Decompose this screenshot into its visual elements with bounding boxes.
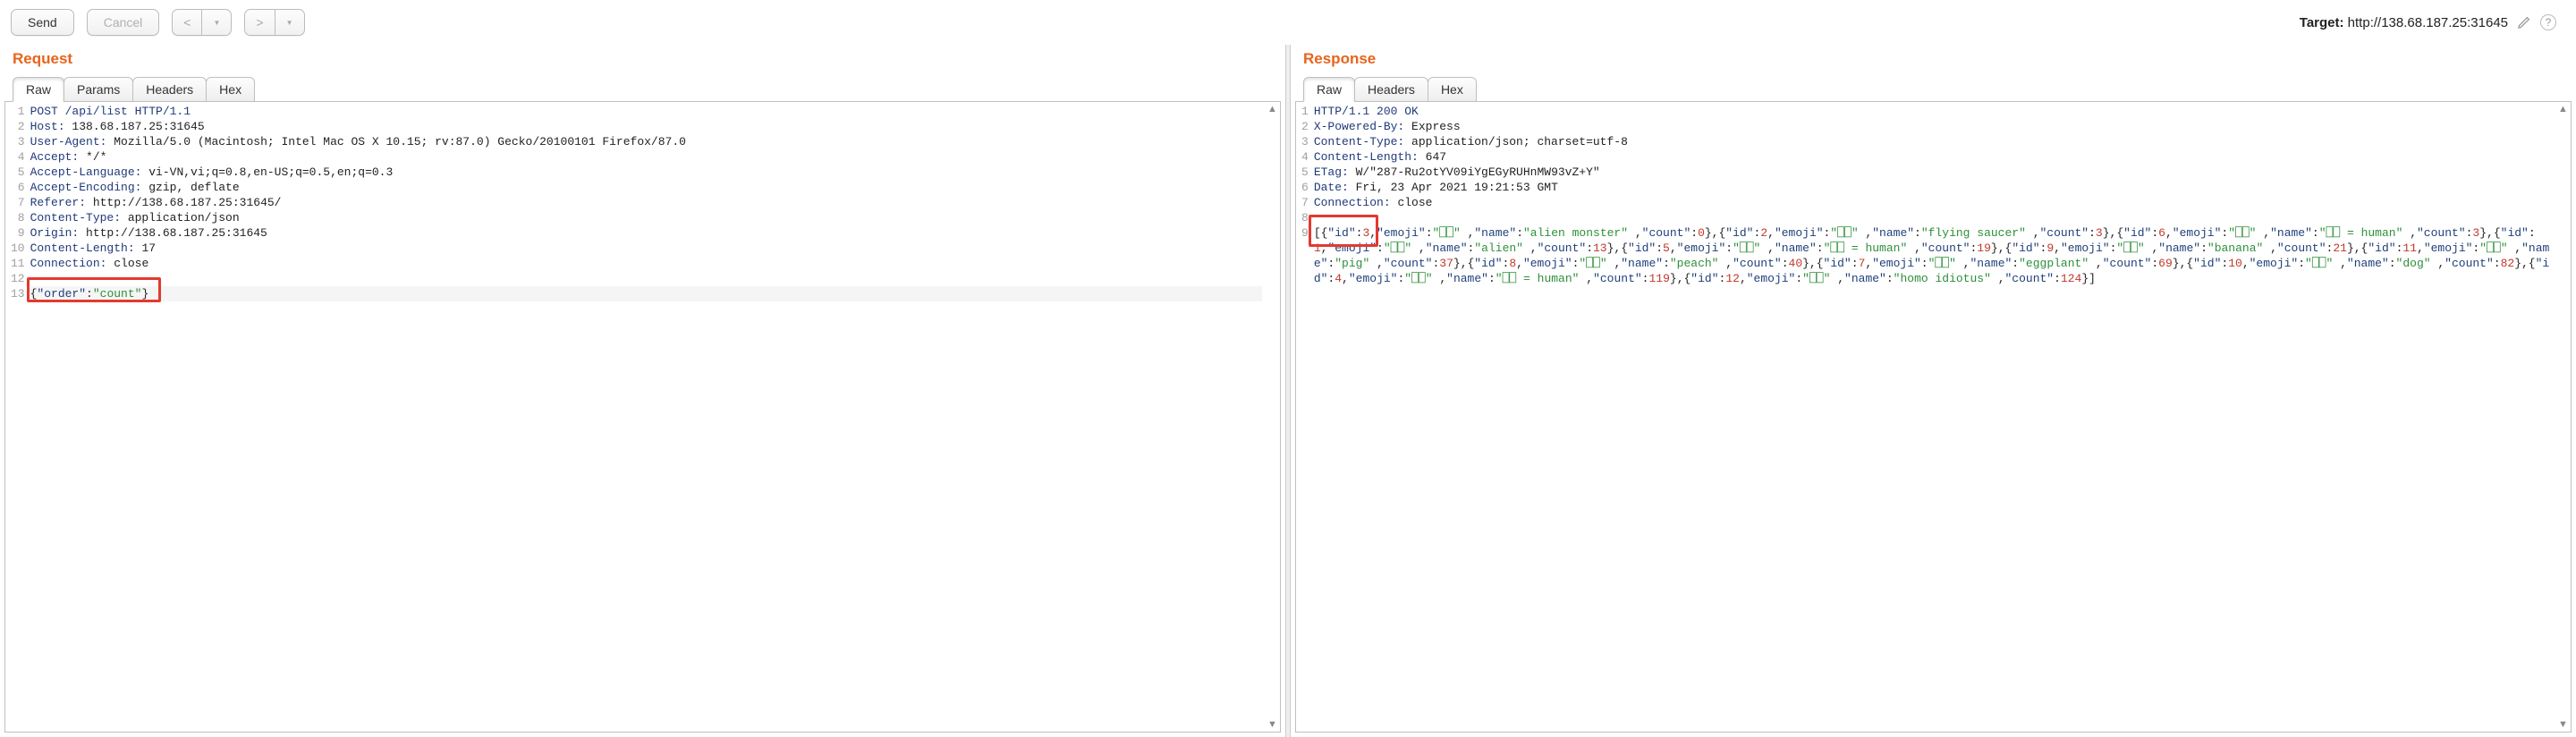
request-line[interactable]: Host: 138.68.187.25:31645 xyxy=(30,119,1262,134)
response-body[interactable]: [{"id":3,"emoji":"⎕⎕" ,"name":"alien mon… xyxy=(1314,225,2553,286)
response-code[interactable]: HTTP/1.1 200 OKX-Powered-By: ExpressCont… xyxy=(1314,104,2571,286)
response-tabbar: RawHeadersHex xyxy=(1291,77,2576,102)
response-line[interactable]: ETag: W/"287-Ru2otYV09iYgEGyRUHnMW93vZ+Y… xyxy=(1314,165,2553,180)
request-line[interactable]: User-Agent: Mozilla/5.0 (Macintosh; Inte… xyxy=(30,134,1262,149)
response-line[interactable] xyxy=(1314,210,2553,225)
request-line[interactable]: Origin: http://138.68.187.25:31645 xyxy=(30,225,1262,241)
tab-request-params[interactable]: Params xyxy=(64,77,133,102)
request-gutter: 1 2 3 4 5 6 7 8 9 10 11 12 13 xyxy=(5,104,30,301)
request-line[interactable] xyxy=(30,271,1262,286)
scroll-down-icon[interactable]: ▼ xyxy=(1267,719,1278,730)
next-dropdown-button[interactable]: ▼ xyxy=(275,9,305,36)
response-gutter: 1 2 3 4 5 6 7 8 9 xyxy=(1296,104,1314,286)
response-line[interactable]: HTTP/1.1 200 OK xyxy=(1314,104,2553,119)
next-button-group: > ▼ xyxy=(244,9,304,36)
top-toolbar: Send Cancel < ▼ > ▼ Target: http://138.6… xyxy=(0,0,2576,45)
request-line[interactable]: Accept-Encoding: gzip, deflate xyxy=(30,180,1262,195)
tab-request-headers[interactable]: Headers xyxy=(132,77,207,102)
response-line[interactable]: X-Powered-By: Express xyxy=(1314,119,2553,134)
request-line[interactable]: Referer: http://138.68.187.25:31645/ xyxy=(30,195,1262,210)
request-line[interactable]: Accept-Language: vi-VN,vi;q=0.8,en-US;q=… xyxy=(30,165,1262,180)
request-line[interactable]: Content-Type: application/json xyxy=(30,210,1262,225)
request-code[interactable]: POST /api/list HTTP/1.1Host: 138.68.187.… xyxy=(30,104,1280,301)
request-line[interactable]: Accept: */* xyxy=(30,149,1262,165)
prev-button[interactable]: < xyxy=(172,9,202,36)
request-line[interactable]: POST /api/list HTTP/1.1 xyxy=(30,104,1262,119)
response-pane: Response RawHeadersHex ▲ 1 2 3 4 5 6 7 8… xyxy=(1291,45,2576,737)
prev-dropdown-button[interactable]: ▼ xyxy=(202,9,232,36)
next-button[interactable]: > xyxy=(244,9,275,36)
response-line[interactable]: Date: Fri, 23 Apr 2021 19:21:53 GMT xyxy=(1314,180,2553,195)
response-editor[interactable]: ▲ 1 2 3 4 5 6 7 8 9 HTTP/1.1 200 OKX-Pow… xyxy=(1295,101,2572,733)
request-title: Request xyxy=(0,45,1285,77)
request-pane: Request RawParamsHeadersHex ▲ 1 2 3 4 5 … xyxy=(0,45,1285,737)
response-line[interactable]: Content-Type: application/json; charset=… xyxy=(1314,134,2553,149)
request-line[interactable]: Connection: close xyxy=(30,256,1262,271)
edit-target-icon[interactable] xyxy=(2517,15,2531,30)
response-line[interactable]: Connection: close xyxy=(1314,195,2553,210)
target-url: http://138.68.187.25:31645 xyxy=(2348,15,2508,30)
target-label: Target: xyxy=(2300,15,2344,30)
tab-response-raw[interactable]: Raw xyxy=(1303,77,1355,102)
tab-request-hex[interactable]: Hex xyxy=(206,77,255,102)
prev-button-group: < ▼ xyxy=(172,9,232,36)
target-display: Target: http://138.68.187.25:31645 ? xyxy=(2300,14,2565,30)
scroll-down-icon[interactable]: ▼ xyxy=(2558,719,2569,730)
request-line[interactable]: {"order":"count"} xyxy=(30,286,1262,301)
tab-response-hex[interactable]: Hex xyxy=(1428,77,1477,102)
request-line[interactable]: Content-Length: 17 xyxy=(30,241,1262,256)
tab-request-raw[interactable]: Raw xyxy=(13,77,64,102)
response-line[interactable]: Content-Length: 647 xyxy=(1314,149,2553,165)
split-panes: Request RawParamsHeadersHex ▲ 1 2 3 4 5 … xyxy=(0,45,2576,737)
request-editor[interactable]: ▲ 1 2 3 4 5 6 7 8 9 10 11 12 13 POST /ap… xyxy=(4,101,1281,733)
send-button[interactable]: Send xyxy=(11,9,74,36)
response-title: Response xyxy=(1291,45,2576,77)
tab-response-headers[interactable]: Headers xyxy=(1354,77,1428,102)
request-tabbar: RawParamsHeadersHex xyxy=(0,77,1285,102)
cancel-button[interactable]: Cancel xyxy=(87,9,160,36)
help-icon[interactable]: ? xyxy=(2540,14,2556,30)
